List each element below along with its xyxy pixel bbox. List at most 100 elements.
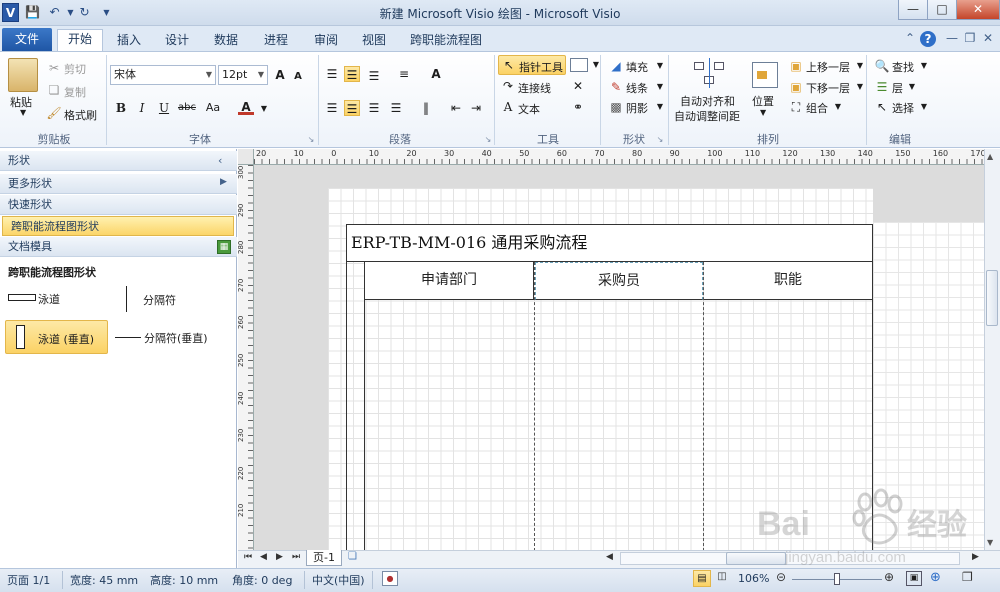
quick-shapes-item[interactable]: 快速形状: [0, 195, 237, 215]
lane-separator[interactable]: [534, 262, 535, 551]
select-dropdown-icon[interactable]: ▼: [916, 99, 932, 115]
document-stencil-item[interactable]: 文档模具: [0, 237, 237, 257]
stencil-grid-icon[interactable]: ▦: [217, 240, 231, 254]
vertical-scroll-thumb[interactable]: [986, 270, 998, 326]
shape-separator-vertical[interactable]: 分隔符(垂直): [113, 328, 235, 348]
zoom-level[interactable]: 106%: [738, 572, 769, 585]
shape-dropdown-icon[interactable]: ▼: [588, 57, 604, 73]
fill-dropdown-icon[interactable]: ▼: [652, 58, 668, 74]
send-backward-button[interactable]: 下移一层: [806, 80, 850, 96]
maximize-button[interactable]: □: [927, 0, 957, 20]
cut-button[interactable]: 剪切: [64, 61, 86, 77]
format-painter-button[interactable]: 格式刷: [64, 107, 97, 123]
bullets-icon[interactable]: ≡: [396, 66, 412, 82]
pan-zoom-icon[interactable]: ⊕: [930, 570, 941, 585]
fit-to-window-icon[interactable]: ▣: [906, 571, 922, 586]
bring-forward-icon[interactable]: ▣: [788, 58, 804, 74]
align-top-icon[interactable]: ☰: [324, 66, 340, 82]
lane-header-purchaser[interactable]: 采购员: [535, 262, 703, 300]
layer-icon[interactable]: ☰: [874, 79, 890, 95]
delete-connector-icon[interactable]: ✕: [570, 78, 586, 94]
close-button[interactable]: ✕: [956, 0, 1000, 20]
vertical-scrollbar[interactable]: [984, 149, 1000, 550]
first-page-icon[interactable]: ⏮: [244, 552, 252, 562]
shape-swimlane-vertical[interactable]: 泳道 (垂直): [5, 320, 108, 354]
line-dropdown-icon[interactable]: ▼: [652, 79, 668, 95]
shapes-panel-title[interactable]: 形状: [0, 151, 237, 171]
tab-insert[interactable]: 插入: [110, 31, 148, 51]
find-button[interactable]: 查找: [892, 59, 914, 75]
horizontal-scrollbar[interactable]: [620, 552, 960, 565]
underline-button[interactable]: U: [156, 100, 172, 116]
decrease-indent-icon[interactable]: ⇤: [448, 100, 464, 116]
grow-font-icon[interactable]: A: [272, 67, 288, 83]
doc-minimize-icon[interactable]: —: [944, 31, 960, 45]
copy-button[interactable]: 复制: [64, 84, 86, 100]
more-shapes-item[interactable]: 更多形状: [0, 174, 237, 194]
align-right-icon[interactable]: ☰: [366, 100, 382, 116]
vertical-ruler[interactable]: 300 290 280 270 260 250 240 230 220 210: [237, 165, 254, 550]
stencil-cross-functional-item[interactable]: 跨职能流程图形状: [2, 216, 234, 236]
last-page-icon[interactable]: ⏭: [292, 552, 300, 562]
doc-close-icon[interactable]: ✕: [980, 31, 996, 45]
hscroll-right-icon[interactable]: ▶: [972, 552, 979, 562]
increase-indent-icon[interactable]: ⇥: [468, 100, 484, 116]
pointer-tool-button[interactable]: ↖ 指针工具: [498, 55, 566, 75]
group-dropdown-icon[interactable]: ▼: [830, 99, 846, 115]
cross-functional-flowchart[interactable]: ERP-TB-MM-016 通用采购流程 申请部门 采购员 职能: [346, 224, 873, 551]
fill-icon[interactable]: ◢: [608, 58, 624, 74]
italic-button[interactable]: I: [134, 100, 150, 116]
justify-icon[interactable]: ☰: [388, 100, 404, 116]
insert-page-icon[interactable]: ❏: [348, 551, 364, 565]
zoom-in-icon[interactable]: ⊕: [884, 570, 894, 584]
text-tool-icon[interactable]: A: [500, 99, 516, 115]
shape-swimlane[interactable]: 泳道: [6, 288, 106, 310]
connector-icon[interactable]: ↷: [500, 78, 516, 94]
help-icon[interactable]: ?: [920, 31, 936, 47]
position-icon[interactable]: [752, 62, 778, 88]
page-tab-1[interactable]: 页-1: [306, 550, 342, 566]
find-icon[interactable]: 🔍: [874, 58, 890, 74]
bold-button[interactable]: B: [113, 100, 129, 116]
group-button[interactable]: 组合: [806, 100, 828, 116]
fill-button[interactable]: 填充: [626, 59, 648, 75]
tab-cross-functional-flowchart[interactable]: 跨职能流程图: [404, 31, 488, 51]
lane-header-function[interactable]: 职能: [704, 262, 872, 300]
font-size-select[interactable]: 12pt ▼: [218, 65, 268, 85]
collapse-panel-icon[interactable]: ‹: [218, 154, 222, 167]
switch-windows-icon[interactable]: ❐: [962, 570, 973, 584]
shadow-dropdown-icon[interactable]: ▼: [652, 99, 668, 115]
macro-record-icon[interactable]: ●: [382, 571, 398, 586]
shadow-icon[interactable]: ▩: [608, 99, 624, 115]
find-dropdown-icon[interactable]: ▼: [916, 58, 932, 74]
shadow-button[interactable]: 阴影: [626, 100, 648, 116]
tab-data[interactable]: 数据: [206, 31, 246, 51]
position-button[interactable]: 位置: [752, 93, 774, 109]
connection-point-icon[interactable]: ⚭: [570, 99, 586, 115]
align-left-icon[interactable]: ☰: [324, 100, 340, 116]
lane-separator[interactable]: [703, 262, 704, 551]
align-middle-icon[interactable]: ☰: [344, 66, 360, 82]
doc-restore-icon[interactable]: ❐: [962, 31, 978, 45]
rectangle-shape-icon[interactable]: [570, 58, 588, 72]
position-dropdown-icon[interactable]: ▼: [760, 108, 766, 117]
scroll-down-icon[interactable]: ▼: [987, 538, 993, 547]
layer-dropdown-icon[interactable]: ▼: [904, 79, 920, 95]
copy-icon[interactable]: ❏: [46, 82, 62, 98]
lane-header-requesting-dept[interactable]: 申请部门: [365, 262, 534, 300]
font-dialog-launcher-icon[interactable]: ↘: [303, 132, 319, 148]
page-view-icon[interactable]: ▤: [693, 570, 711, 587]
tab-file[interactable]: 文件: [2, 28, 52, 51]
status-page[interactable]: 页面 1/1: [7, 572, 50, 588]
font-color-dropdown-icon[interactable]: ▼: [256, 101, 272, 117]
paste-icon[interactable]: [8, 58, 38, 92]
line-button[interactable]: 线条: [626, 80, 648, 96]
status-language[interactable]: 中文(中国): [312, 572, 365, 588]
shape-separator[interactable]: 分隔符: [118, 286, 218, 312]
scroll-up-icon[interactable]: ▲: [987, 152, 993, 161]
paste-dropdown-icon[interactable]: ▼: [20, 108, 26, 117]
shrink-font-icon[interactable]: A: [290, 69, 306, 85]
flowchart-title[interactable]: ERP-TB-MM-016 通用采购流程: [347, 225, 872, 262]
next-page-icon[interactable]: ▶: [276, 552, 283, 562]
zoom-out-icon[interactable]: ⊝: [776, 570, 786, 584]
